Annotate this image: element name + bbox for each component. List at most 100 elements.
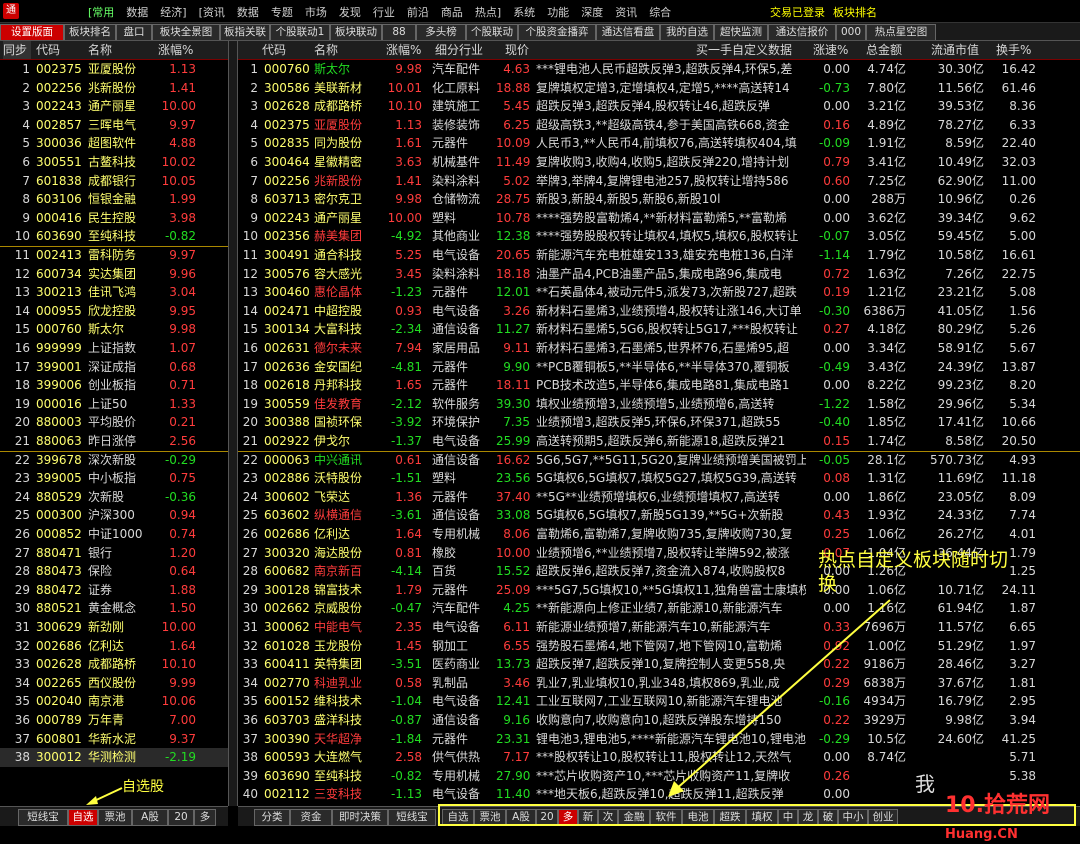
table-row[interactable]: 26 002686 亿利达 1.64 专用机械 8.06 富勒烯6,富勒烯7,复牌收购735… [238, 525, 1080, 544]
table-row[interactable]: 16 999999 上证指数 1.07 [0, 339, 228, 358]
bottom-tab[interactable]: 分类 [254, 809, 290, 826]
table-row[interactable]: 31 300062 中能电气 2.35 电气设备 6.11 新能源业绩预增7,新能源汽车10… [238, 618, 1080, 637]
table-row[interactable]: 8 603106 恒银金融 1.99 [0, 190, 228, 209]
sync-header[interactable]: 同步 [3, 41, 31, 59]
layout-tab[interactable]: 板块联动 [330, 24, 382, 40]
bottom-tab[interactable]: 资金 [290, 809, 332, 826]
change-header[interactable]: 涨幅% [158, 41, 193, 59]
bottom-tab[interactable]: 即时决策 [332, 809, 388, 826]
table-row[interactable]: 19 300559 佳发教育 -2.12 软件服务 39.30 填权业绩预增3,业绩预增5,… [238, 395, 1080, 414]
turnover-header[interactable]: 换手% [996, 41, 1031, 59]
table-row[interactable]: 17 399001 深证成指 0.68 [0, 358, 228, 377]
layout-tab[interactable]: 88 [382, 24, 416, 40]
table-row[interactable]: 15 300134 大富科技 -2.34 通信设备 11.27 新材料石墨烯5,5G6,股权… [238, 320, 1080, 339]
name-header[interactable]: 名称 [314, 41, 338, 59]
table-row[interactable]: 22 399678 深次新股 -0.29 [0, 451, 228, 470]
table-row[interactable]: 29 880472 证券 1.88 [0, 581, 228, 600]
table-row[interactable]: 14 000955 欣龙控股 9.95 [0, 302, 228, 321]
layout-tab[interactable]: 板指关联 [220, 24, 270, 40]
table-row[interactable]: 38 300012 华测检测 -2.19 [0, 748, 228, 767]
table-row[interactable]: 13 300213 佳讯飞鸿 3.04 [0, 283, 228, 302]
table-row[interactable]: 30 002662 京威股份 -0.47 汽车配件 4.25 **新能源向上修正业绩7,新能… [238, 599, 1080, 618]
price-header[interactable]: 现价 [505, 41, 529, 59]
table-row[interactable]: 3 002243 通产丽星 10.00 [0, 97, 228, 116]
menu-item[interactable]: 专题 [271, 4, 293, 20]
table-row[interactable]: 10 603690 至纯科技 -0.82 [0, 227, 228, 246]
table-row[interactable]: 7 002256 兆新股份 1.41 染料涂料 5.02 举牌3,举牌4,复牌锂电池257,… [238, 172, 1080, 191]
table-row[interactable]: 5 002835 同为股份 1.61 元器件 10.09 人民币3,**人民币4,前填权76… [238, 134, 1080, 153]
table-row[interactable]: 12 600734 实达集团 9.96 [0, 265, 228, 284]
table-row[interactable]: 16 002631 德尔未来 7.94 家居用品 9.11 新材料石墨烯3,石墨烯5,世界杯… [238, 339, 1080, 358]
table-row[interactable]: 12 300576 容大感光 3.45 染料涂料 18.18 油墨产品4,PCB油墨产品5,… [238, 265, 1080, 284]
layout-tab[interactable]: 设置版面 [0, 24, 64, 40]
table-row[interactable]: 33 600411 英特集团 -3.51 医药商业 13.73 超跌反弹7,超跌反弹10,复… [238, 655, 1080, 674]
table-row[interactable]: 15 000760 斯太尔 9.98 [0, 320, 228, 339]
layout-tab[interactable]: 个股资金播弈 [518, 24, 596, 40]
layout-tab[interactable]: 板块排名 [64, 24, 116, 40]
menu-item[interactable]: 深度 [581, 4, 603, 20]
table-row[interactable]: 10 002356 赫美集团 -4.92 其他商业 12.38 ****强势股股权转让填权4… [238, 227, 1080, 246]
table-row[interactable]: 38 600593 大连燃气 2.58 供气供热 7.17 ***股权转让10,股权转让11… [238, 748, 1080, 767]
table-row[interactable]: 36 000789 万年青 7.00 [0, 711, 228, 730]
table-row[interactable]: 34 002265 西仪股份 9.99 [0, 674, 228, 693]
menu-item[interactable]: 商品 [441, 4, 463, 20]
amount-header[interactable]: 总金额 [866, 41, 902, 59]
table-row[interactable]: 19 000016 上证50 1.33 [0, 395, 228, 414]
bottom-tab[interactable]: 票池 [98, 809, 132, 826]
table-row[interactable]: 18 002618 丹邦科技 1.65 元器件 18.11 PCB技术改造5,半导体6,集成… [238, 376, 1080, 395]
table-row[interactable]: 9 002243 通产丽星 10.00 塑料 10.78 ****强势股富勒烯4,**新材料… [238, 209, 1080, 228]
table-row[interactable]: 32 002686 亿利达 1.64 [0, 637, 228, 656]
bottom-tab[interactable]: 短线宝 [388, 809, 436, 826]
table-row[interactable]: 11 300491 通合科技 5.25 电气设备 20.65 新能源汽车充电桩雄安133,雄… [238, 246, 1080, 265]
table-row[interactable]: 27 880471 银行 1.20 [0, 544, 228, 563]
change-header[interactable]: 涨幅% [386, 41, 421, 59]
layout-tab[interactable]: 超快监测 [714, 24, 768, 40]
table-row[interactable]: 32 601028 玉龙股份 1.45 钢加工 6.55 强势股石墨烯4,地下管网7,地下管… [238, 637, 1080, 656]
table-row[interactable]: 11 002413 雷科防务 9.97 [0, 246, 228, 265]
table-row[interactable]: 24 300602 飞荣达 1.36 元器件 37.40 **5G**业绩预增填权6,业绩预… [238, 488, 1080, 507]
menu-item[interactable]: 资讯 [615, 4, 637, 20]
menu-item[interactable]: [常用 [88, 4, 114, 20]
industry-header[interactable]: 细分行业 [435, 41, 483, 59]
table-row[interactable]: 13 300460 惠伦晶体 -1.23 元器件 12.01 **石英晶体4,被动元件5,派… [238, 283, 1080, 302]
code-header[interactable]: 代码 [262, 41, 286, 59]
layout-tab[interactable]: 个股联动 [466, 24, 518, 40]
table-row[interactable]: 33 002628 成都路桥 10.10 [0, 655, 228, 674]
name-header[interactable]: 名称 [88, 41, 112, 59]
table-row[interactable]: 34 002770 科迪乳业 0.58 乳制品 3.46 乳业7,乳业填权10,乳业348,… [238, 674, 1080, 693]
table-row[interactable]: 36 603703 盛洋科技 -0.87 通信设备 9.16 收购意向7,收购意向10,超跌… [238, 711, 1080, 730]
layout-tab[interactable]: 通达信报价 [768, 24, 836, 40]
menu-item[interactable]: 热点] [475, 4, 501, 20]
menu-item[interactable]: 数据 [237, 4, 259, 20]
table-row[interactable]: 37 300390 天华超净 -1.84 元器件 23.31 锂电池3,锂电池5,****新… [238, 730, 1080, 749]
layout-tab[interactable]: 我的自选 [660, 24, 714, 40]
code-header[interactable]: 代码 [36, 41, 60, 59]
table-row[interactable]: 14 002471 中超控股 0.93 电气设备 3.26 新材料石墨烯3,业绩预增4,股权… [238, 302, 1080, 321]
table-row[interactable]: 22 000063 中兴通讯 0.61 通信设备 16.62 5G6,5G7,**5G11,… [238, 451, 1080, 470]
table-row[interactable]: 4 002857 三晖电气 9.97 [0, 116, 228, 135]
table-row[interactable]: 7 601838 成都银行 10.05 [0, 172, 228, 191]
table-row[interactable]: 2 002256 兆新股份 1.41 [0, 79, 228, 98]
block-rank-menu[interactable]: 板块排名 [833, 4, 877, 20]
table-row[interactable]: 3 002628 成都路桥 10.10 建筑施工 5.45 超跌反弹3,超跌反弹4,股权转让… [238, 97, 1080, 116]
table-row[interactable]: 17 002636 金安国纪 -4.81 元器件 9.90 **PCB覆铜板5,**半导体6… [238, 358, 1080, 377]
table-row[interactable]: 35 002040 南京港 10.06 [0, 692, 228, 711]
table-row[interactable]: 6 300551 古鳌科技 10.02 [0, 153, 228, 172]
layout-tab[interactable]: 热点星空图 [866, 24, 936, 40]
menu-item[interactable]: 功能 [547, 4, 569, 20]
menu-item[interactable]: 市场 [305, 4, 327, 20]
table-row[interactable]: 30 880521 黄金概念 1.50 [0, 599, 228, 618]
layout-tab[interactable]: 板块全景图 [152, 24, 220, 40]
table-row[interactable]: 39 603690 至纯科技 -0.82 专用机械 27.90 ***芯片收购资产10,**… [238, 767, 1080, 786]
panel-splitter[interactable] [228, 41, 238, 806]
table-row[interactable]: 18 399006 创业板指 0.71 [0, 376, 228, 395]
menu-item[interactable]: 数据 [126, 4, 148, 20]
table-row[interactable]: 1 002375 亚厦股份 1.13 [0, 60, 228, 79]
menu-item[interactable]: [资讯 [199, 4, 225, 20]
table-row[interactable]: 23 399005 中小板指 0.75 [0, 469, 228, 488]
table-row[interactable]: 4 002375 亚厦股份 1.13 装修装饰 6.25 超级高铁3,**超级高铁4,参于美… [238, 116, 1080, 135]
layout-tab[interactable]: 000 [836, 24, 866, 40]
table-row[interactable]: 6 300464 星徽精密 3.63 机械基件 11.49 复牌收购3,收购4,收购5,超跌… [238, 153, 1080, 172]
table-row[interactable]: 24 880529 次新股 -0.36 [0, 488, 228, 507]
table-row[interactable]: 35 600152 维科技术 -1.04 电气设备 12.41 工业互联网7,工业互联网10… [238, 692, 1080, 711]
